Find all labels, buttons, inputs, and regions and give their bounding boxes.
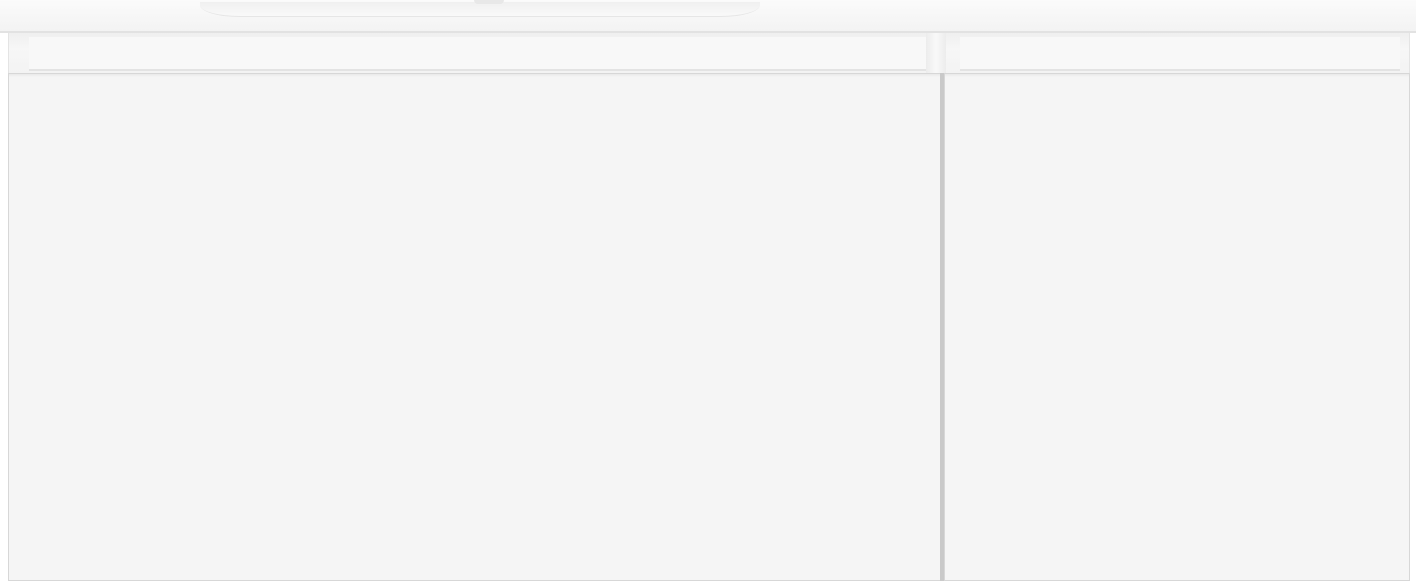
- countertop: [0, 0, 1416, 33]
- basin-rim: [200, 2, 760, 17]
- handle-recess-right: [960, 37, 1400, 71]
- recess-divider-post: [926, 33, 946, 73]
- tap-hole: [474, 0, 504, 4]
- handle-recess: [8, 33, 1410, 73]
- vanity-unit: [0, 0, 1416, 582]
- drawer-front-right: [944, 73, 1410, 581]
- handle-recess-left: [29, 37, 926, 71]
- drawer-front-left: [8, 73, 941, 581]
